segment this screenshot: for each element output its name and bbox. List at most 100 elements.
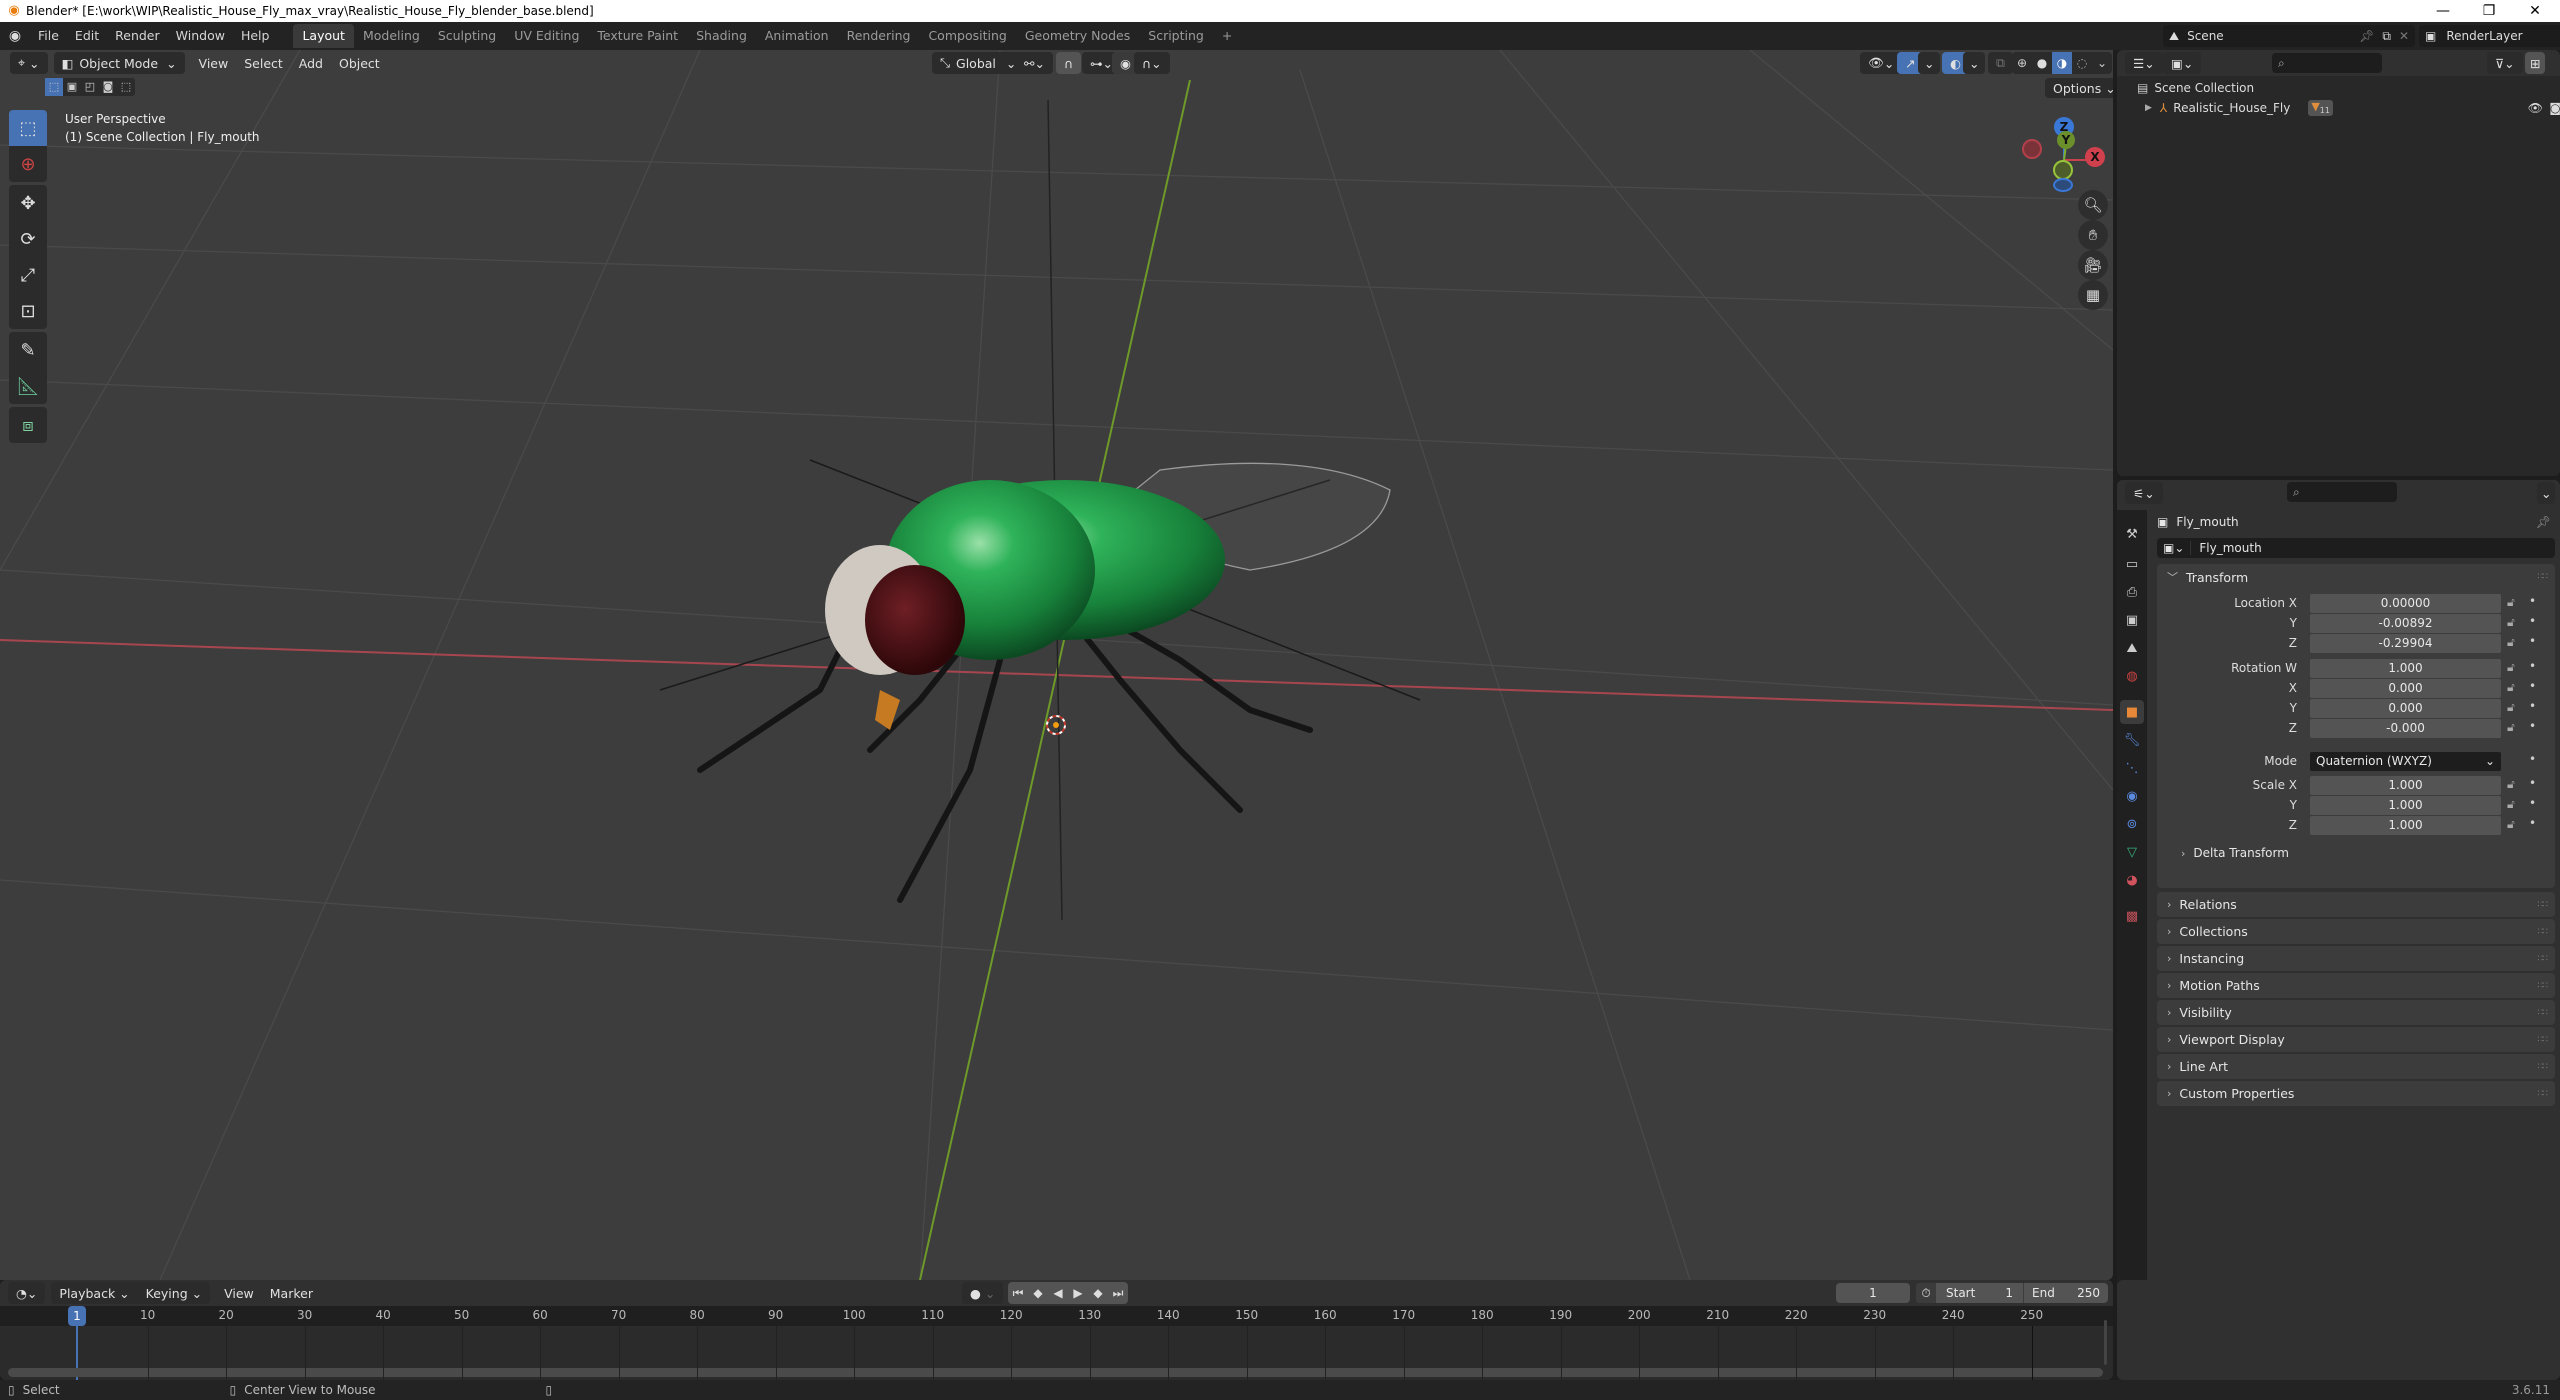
maximize-button[interactable]: ❐ (2466, 0, 2512, 22)
pin-icon[interactable]: 📌︎ (2359, 29, 2374, 43)
transform-panel-header[interactable]: ﹀ Transform (2157, 564, 2555, 590)
panel-viewport-display[interactable]: › Viewport Display ∷∷ (2157, 1027, 2555, 1052)
delete-scene-icon[interactable]: ✕ (2399, 29, 2409, 43)
rotation-w-field[interactable]: 1.000 (2310, 659, 2501, 678)
keyframe-dot-icon[interactable]: • (2529, 614, 2536, 628)
start-frame-field[interactable]: Start 1 (1936, 1283, 2024, 1303)
blender-menu-icon[interactable]: ◉ (0, 28, 30, 44)
workspace-tab-modeling[interactable]: Modeling (354, 24, 429, 48)
object-type-dropdown[interactable]: ▣⌄ (2157, 541, 2192, 555)
playback-dropdown[interactable]: Playback ⌄ (51, 1282, 138, 1304)
workspace-tab-uv-editing[interactable]: UV Editing (505, 24, 588, 48)
display-mode-dropdown[interactable]: ▣ ⌄ (2163, 52, 2202, 74)
unlock-icon[interactable]: 🔓︎ (2507, 615, 2515, 630)
mode-dropdown[interactable]: ◧ Object Mode ⌄ (53, 52, 185, 74)
current-frame-field[interactable]: 1 (1836, 1283, 1910, 1303)
menu-file[interactable]: File (30, 22, 67, 50)
location-x-field[interactable]: 0.00000 (2310, 594, 2501, 613)
play-reverse-icon[interactable]: ◀ (1048, 1282, 1068, 1304)
tool-select-box[interactable]: ⬚ (9, 110, 47, 146)
rotation-mode-dropdown[interactable]: Quaternion (WXYZ) ⌄ (2310, 752, 2501, 771)
rotation-x-field[interactable]: 0.000 (2310, 679, 2501, 698)
pin-icon[interactable]: 📌︎ (2536, 515, 2551, 529)
menu-add[interactable]: Add (291, 56, 331, 71)
tool-annotate[interactable]: ✎ (9, 332, 47, 368)
outliner-row-scene-collection[interactable]: ▤ Scene Collection (2137, 78, 2254, 98)
new-collection-button[interactable]: ⊞ (2525, 52, 2546, 74)
tab-particles[interactable]: ⋱ (2120, 756, 2144, 780)
keyframe-dot-icon[interactable]: • (2529, 699, 2536, 713)
menu-window[interactable]: Window (168, 22, 233, 50)
timeline-scrollbar[interactable] (8, 1368, 2103, 1377)
xray-toggle[interactable]: ⧉ (1988, 52, 2013, 74)
3d-viewport[interactable]: ⌖ ⌄ ◧ Object Mode ⌄ View Select Add Obje… (0, 50, 2113, 1280)
location-y-field[interactable]: -0.00892 (2310, 614, 2501, 633)
delta-transform-subpanel[interactable]: › Delta Transform (2181, 846, 2289, 860)
select-new-icon[interactable]: ⬚ (45, 78, 63, 96)
select-extend-icon[interactable]: ▣ (63, 78, 81, 96)
unlock-icon[interactable]: 🔓︎ (2507, 700, 2515, 715)
select-invert-icon[interactable]: ◙ (99, 78, 117, 96)
editor-type-button[interactable]: ⌖ ⌄ (10, 52, 48, 74)
tab-material[interactable]: ◕ (2120, 868, 2144, 892)
gizmo-x-button[interactable]: X (2085, 147, 2105, 167)
options-dropdown[interactable]: Options ⌄ (2045, 78, 2113, 98)
wireframe-shading-icon[interactable]: ⊕ (2012, 52, 2032, 74)
tab-scene[interactable]: ⛰ (2120, 636, 2144, 660)
unlock-icon[interactable]: 🔓︎ (2507, 720, 2515, 735)
keyframe-dot-icon[interactable]: • (2529, 634, 2536, 648)
tab-world[interactable]: ◍ (2120, 664, 2144, 688)
tab-output[interactable]: ⎙ (2120, 580, 2144, 604)
outliner-editor-type-button[interactable]: ☰ ⌄ (2125, 52, 2163, 74)
keying-dropdown[interactable]: Keying ⌄ (137, 1282, 211, 1304)
jump-start-icon[interactable]: ⏮ (1008, 1282, 1028, 1304)
workspace-tab-sculpting[interactable]: Sculpting (429, 24, 505, 48)
workspace-tab-animation[interactable]: Animation (756, 24, 838, 48)
drag-handle-icon[interactable]: ∷∷ (2538, 927, 2549, 937)
next-keyframe-icon[interactable]: ◆ (1088, 1282, 1108, 1304)
menu-edit[interactable]: Edit (67, 22, 107, 50)
tab-constraints[interactable]: ⊚ (2120, 812, 2144, 836)
workspace-tab-layout[interactable]: Layout (293, 24, 354, 48)
object-name-field[interactable]: ▣⌄ Fly_mouth (2157, 538, 2555, 558)
keyframe-dot-icon[interactable]: • (2529, 719, 2536, 733)
keyframe-dot-icon[interactable]: • (2529, 816, 2536, 830)
workspace-tab-scripting[interactable]: Scripting (1139, 24, 1213, 48)
close-button[interactable]: ✕ (2512, 0, 2558, 22)
gizmo-y-button[interactable]: Y (2057, 131, 2075, 149)
rendered-shading-icon[interactable]: ◌ (2072, 52, 2092, 74)
unlock-icon[interactable]: 🔓︎ (2507, 817, 2515, 832)
filter-dropdown[interactable]: ⊽ ⌄ (2487, 52, 2523, 74)
tab-modifiers[interactable]: 🔧︎ (2120, 728, 2144, 752)
panel-custom-properties[interactable]: › Custom Properties ∷∷ (2157, 1081, 2555, 1106)
pivot-dropdown[interactable]: ⚯ ⌄ (1016, 52, 1053, 74)
shading-dropdown-icon[interactable]: ⌄ (2092, 52, 2112, 74)
tool-cursor[interactable]: ⊕ (9, 146, 47, 182)
drag-handle-icon[interactable]: ∷∷ (2538, 900, 2549, 910)
jump-end-icon[interactable]: ⏭ (1108, 1282, 1128, 1304)
material-preview-shading-icon[interactable]: ◑ (2052, 52, 2072, 74)
camera-render-icon[interactable]: ◙ (2549, 101, 2560, 115)
scale-z-field[interactable]: 1.000 (2310, 816, 2501, 835)
workspace-tab-shading[interactable]: Shading (687, 24, 756, 48)
unlock-icon[interactable]: 🔓︎ (2507, 777, 2515, 792)
rotation-y-field[interactable]: 0.000 (2310, 699, 2501, 718)
timeline-editor-type-button[interactable]: ◔ ⌄ (8, 1282, 46, 1304)
select-intersect-icon[interactable]: ⬚ (117, 78, 135, 96)
visibility-dropdown[interactable]: 👁︎ ⌄ (1860, 52, 1903, 74)
drag-handle-icon[interactable]: ∷∷ (2538, 1062, 2549, 1072)
add-workspace-button[interactable]: + (1213, 24, 1241, 48)
tab-view-layer[interactable]: ▣ (2120, 608, 2144, 632)
snap-toggle[interactable]: ∩ (1056, 52, 1082, 74)
tab-render[interactable]: ▭ (2120, 552, 2144, 576)
stopwatch-icon[interactable]: ⏱ (1916, 1283, 1936, 1303)
menu-select[interactable]: Select (236, 56, 291, 71)
minimize-button[interactable]: — (2420, 0, 2466, 22)
keyframe-dot-icon[interactable]: • (2529, 594, 2536, 608)
unlock-icon[interactable]: 🔓︎ (2507, 595, 2515, 610)
tool-rotate[interactable]: ⟳ (9, 221, 47, 257)
properties-search-input[interactable]: ⌕ (2287, 482, 2397, 502)
outliner-row[interactable]: ▶ ⅄ Realistic_House_Fly ▼11 👁︎ ◙ (2137, 98, 2560, 118)
tab-object[interactable]: ■ (2120, 700, 2144, 724)
drag-handle-icon[interactable]: ∷∷ (2538, 1008, 2549, 1018)
